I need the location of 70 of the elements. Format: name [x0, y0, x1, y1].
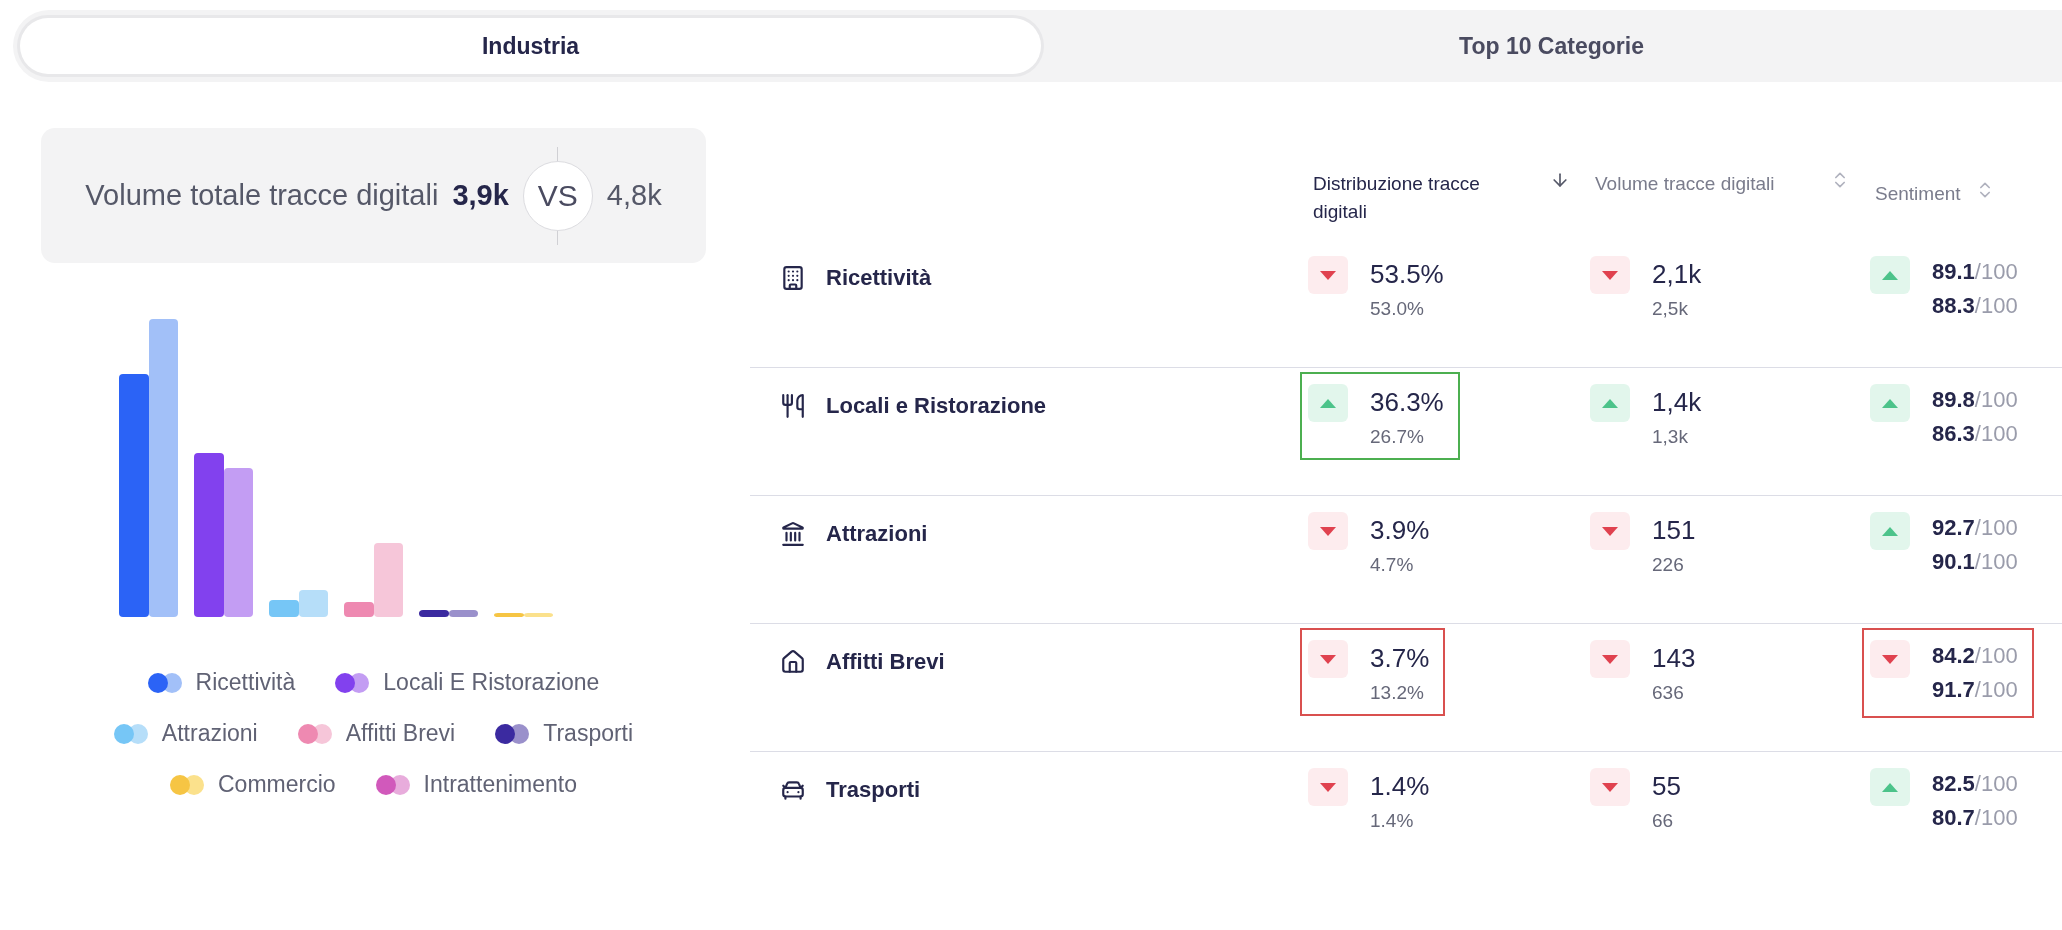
current-value: 3.9% [1370, 514, 1430, 547]
previous-value: 53.0% [1370, 298, 1425, 320]
column-header[interactable]: Distribuzione tracce digitali [1313, 170, 1513, 226]
current-value: 1,4k [1652, 386, 1702, 419]
vs-badge: VS [522, 160, 593, 231]
current-value: 36.3% [1370, 386, 1444, 419]
summary-current: 3,9k [452, 179, 509, 212]
legend-label: Trasporti [543, 720, 634, 747]
column-header[interactable]: Volume tracce digitali [1595, 170, 1795, 198]
tab[interactable]: Top 10 Categorie [1041, 18, 2062, 74]
legend-label: Affitti Brevi [345, 720, 456, 747]
previous-value: 226 [1652, 554, 1685, 576]
category-name: Ricettività [826, 265, 932, 291]
previous-value: 26.7% [1370, 426, 1425, 448]
category-name: Trasporti [826, 777, 921, 803]
house-icon [780, 649, 806, 675]
category-name: Affitti Brevi [826, 649, 945, 675]
current-value: 143 [1652, 642, 1696, 675]
current-value: 55 [1652, 770, 1681, 803]
current-score: 82.5/100 [1932, 770, 2018, 798]
summary-label: Volume totale tracce digitali [85, 179, 439, 212]
building-icon [780, 265, 806, 291]
legend-label: Commercio [218, 771, 336, 798]
tab[interactable]: Industria [20, 18, 1041, 74]
up-triangle-icon [1320, 398, 1336, 408]
category-name: Attrazioni [826, 521, 928, 547]
current-value: 53.5% [1370, 258, 1444, 291]
current-value: 3.7% [1370, 642, 1430, 675]
current-value: 151 [1652, 514, 1696, 547]
landmark-icon [780, 521, 806, 547]
summary-previous: 4,8k [606, 179, 662, 212]
previous-score: 80.7/100 [1932, 804, 2018, 832]
current-value: 2,1k [1652, 258, 1702, 291]
previous-value: 636 [1652, 682, 1685, 704]
up-triangle-icon [1602, 398, 1618, 408]
down-triangle-icon [1602, 270, 1618, 280]
category-name: Locali e Ristorazione [826, 393, 1047, 419]
current-score: 84.2/100 [1932, 642, 2018, 670]
column-header[interactable]: Sentiment [1875, 180, 1961, 208]
down-triangle-icon [1602, 526, 1618, 536]
previous-score: 86.3/100 [1932, 420, 2018, 448]
legend-label: Intrattenimento [423, 771, 577, 798]
legend-label: Attrazioni [161, 720, 258, 747]
down-triangle-icon [1320, 782, 1336, 792]
previous-score: 91.7/100 [1932, 676, 2018, 704]
up-triangle-icon [1882, 398, 1898, 408]
previous-score: 88.3/100 [1932, 292, 2018, 320]
down-triangle-icon [1602, 654, 1618, 664]
previous-value: 66 [1652, 810, 1675, 832]
legend-label: Locali E Ristorazione [383, 669, 600, 696]
previous-value: 1,3k [1652, 426, 1689, 448]
down-triangle-icon [1320, 654, 1336, 664]
up-triangle-icon [1882, 270, 1898, 280]
current-score: 92.7/100 [1932, 514, 2018, 542]
up-triangle-icon [1882, 782, 1898, 792]
previous-value: 4.7% [1370, 554, 1415, 576]
down-triangle-icon [1320, 270, 1336, 280]
previous-score: 90.1/100 [1932, 548, 2018, 576]
down-triangle-icon [1320, 526, 1336, 536]
previous-value: 13.2% [1370, 682, 1425, 704]
down-triangle-icon [1882, 654, 1898, 664]
current-score: 89.8/100 [1932, 386, 2018, 414]
current-value: 1.4% [1370, 770, 1430, 803]
previous-value: 2,5k [1652, 298, 1689, 320]
previous-value: 1.4% [1370, 810, 1415, 832]
fork-knife-icon [780, 393, 806, 419]
down-triangle-icon [1602, 782, 1618, 792]
legend-label: Ricettività [195, 669, 296, 696]
current-score: 89.1/100 [1932, 258, 2018, 286]
up-triangle-icon [1882, 526, 1898, 536]
